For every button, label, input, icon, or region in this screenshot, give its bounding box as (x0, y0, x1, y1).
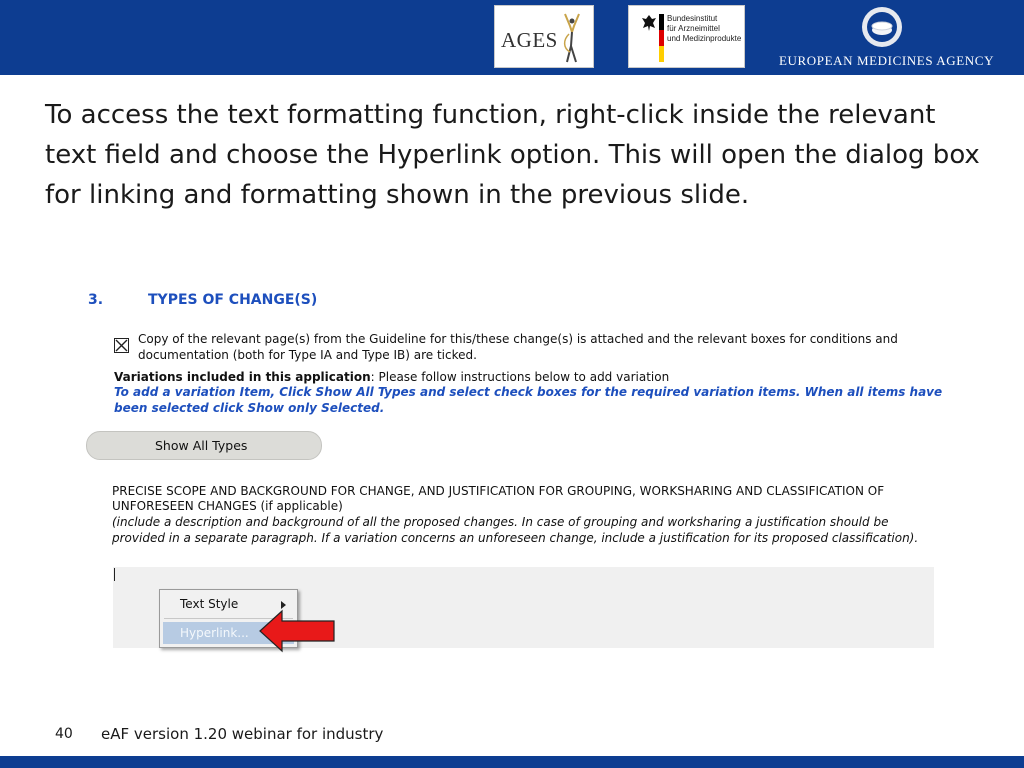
text-caret (114, 568, 115, 581)
section-title: TYPES OF CHANGE(S) (148, 292, 318, 308)
slide-body-text: To access the text formatting function, … (45, 100, 980, 210)
page-number: 40 (55, 726, 73, 742)
show-all-types-button[interactable]: Show All Types (86, 431, 322, 460)
ema-emblem-icon (862, 7, 902, 47)
variations-heading: Variations included in this application:… (114, 369, 954, 385)
variations-instruction: To add a variation Item, Click Show All … (114, 385, 943, 415)
variations-label: Variations included in this application (114, 370, 371, 384)
scope-title: PRECISE SCOPE AND BACKGROUND FOR CHANGE,… (112, 484, 885, 513)
guideline-checkbox[interactable] (114, 338, 129, 353)
section-number: 3. (88, 292, 104, 308)
checkbox-cross-icon (115, 339, 128, 352)
footer-text: eAF version 1.20 webinar for industry (101, 725, 384, 743)
bfarm-line-1: Bundesinstitut (667, 14, 718, 23)
bfarm-logo-text: Bundesinstitut für Arzneimittel und Medi… (667, 14, 741, 44)
ages-logo: AGES (494, 5, 594, 68)
ages-figure-icon (563, 13, 580, 63)
menu-item-hyperlink-label: Hyperlink... (180, 626, 249, 640)
variations-hint: : Please follow instructions below to ad… (370, 370, 670, 384)
scope-hint: (include a description and background of… (112, 515, 919, 545)
eagle-icon (642, 15, 656, 31)
ages-logo-text: AGES (501, 28, 558, 52)
ema-logo-text: EUROPEAN MEDICINES AGENCY (779, 53, 995, 68)
german-flag-stripe (659, 14, 664, 62)
header-bar: AGES Bundesinstitut für Arzneimittel und… (0, 0, 1024, 75)
footer-bar (0, 756, 1024, 768)
bfarm-logo: Bundesinstitut für Arzneimittel und Medi… (628, 5, 745, 68)
guideline-copy-text: Copy of the relevant page(s) from the Gu… (138, 332, 898, 362)
red-pointer-arrow-icon (259, 609, 335, 653)
bfarm-line-2: für Arzneimittel (667, 24, 720, 33)
submenu-arrow-icon (281, 601, 286, 609)
bfarm-line-3: und Medizinprodukte (667, 34, 742, 43)
menu-item-text-style-label: Text Style (180, 597, 239, 611)
